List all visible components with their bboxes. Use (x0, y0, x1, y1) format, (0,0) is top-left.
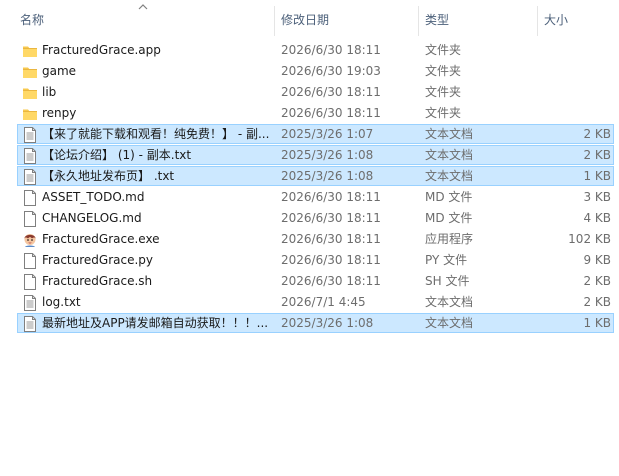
file-size (528, 62, 611, 82)
file-name: renpy (42, 106, 77, 120)
folder-icon (22, 64, 38, 80)
file-name: lib (42, 85, 57, 99)
file-date-modified: 2026/7/1 4:45 (281, 295, 366, 309)
column-header: 名称 修改日期 类型 大小 (0, 0, 619, 38)
file-size: 2 KB (583, 274, 611, 288)
column-divider[interactable] (537, 6, 538, 36)
file-type: 文本文档 (425, 295, 474, 309)
file-date-modified: 2026/6/30 18:11 (281, 232, 381, 246)
file-row[interactable]: FracturedGrace.exe 2026/6/30 18:11 应用程序 102… (17, 229, 614, 249)
file-icon (22, 253, 38, 269)
file-name: FracturedGrace.py (42, 253, 153, 267)
file-type: MD 文件 (425, 190, 473, 204)
file-size (528, 41, 611, 61)
file-size (528, 104, 611, 124)
file-type: 文件夹 (425, 106, 462, 120)
file-type: 文本文档 (425, 316, 474, 330)
file-row[interactable]: game 2026/6/30 19:03 文件夹 (17, 61, 614, 81)
file-date-modified: 2025/3/26 1:08 (281, 316, 374, 330)
file-date-modified: 2026/6/30 18:11 (281, 43, 381, 57)
file-size: 102 KB (568, 232, 611, 246)
file-name: 【论坛介绍】 (1) - 副本.txt (42, 148, 192, 162)
file-name: FracturedGrace.sh (42, 274, 153, 288)
file-row[interactable]: 【来了就能下载和观看！纯免费！】 - 副... 2025/3/26 1:07 文本文… (17, 124, 614, 144)
file-type: MD 文件 (425, 211, 473, 225)
column-header-type[interactable]: 类型 (425, 0, 535, 38)
file-date-modified: 2026/6/30 18:11 (281, 274, 381, 288)
file-type: 文本文档 (425, 169, 474, 183)
file-type: 文本文档 (425, 127, 474, 141)
file-icon (22, 190, 38, 206)
application-icon (22, 232, 38, 248)
file-row[interactable]: FracturedGrace.sh 2026/6/30 18:11 SH 文件 2 K… (17, 271, 614, 291)
file-date-modified: 2025/3/26 1:08 (281, 148, 374, 162)
file-date-modified: 2026/6/30 19:03 (281, 64, 381, 78)
file-size: 2 KB (583, 295, 611, 309)
file-row[interactable]: lib 2026/6/30 18:11 文件夹 (17, 82, 614, 102)
file-type: PY 文件 (425, 253, 468, 267)
file-size: 2 KB (583, 127, 611, 141)
file-row[interactable]: renpy 2026/6/30 18:11 文件夹 (17, 103, 614, 123)
file-row[interactable]: FracturedGrace.app 2026/6/30 18:11 文件夹 (17, 40, 614, 60)
file-type: 文件夹 (425, 43, 462, 57)
file-name: ASSET_TODO.md (42, 190, 145, 204)
file-name: game (42, 64, 77, 78)
file-size: 4 KB (583, 211, 611, 225)
file-icon (22, 211, 38, 227)
file-date-modified: 2026/6/30 18:11 (281, 190, 381, 204)
folder-icon (22, 85, 38, 101)
file-date-modified: 2026/6/30 18:11 (281, 85, 381, 99)
file-size: 3 KB (583, 190, 611, 204)
file-type: SH 文件 (425, 274, 470, 288)
folder-icon (22, 43, 38, 59)
file-type: 文件夹 (425, 64, 462, 78)
file-name: FracturedGrace.app (42, 43, 161, 57)
file-name: 【来了就能下载和观看！纯免费！】 - 副... (42, 127, 270, 141)
file-date-modified: 2026/6/30 18:11 (281, 211, 381, 225)
file-type: 应用程序 (425, 232, 474, 246)
file-icon (22, 274, 38, 290)
file-date-modified: 2026/6/30 18:11 (281, 106, 381, 120)
file-row[interactable]: CHANGELOG.md 2026/6/30 18:11 MD 文件 4 KB (17, 208, 614, 228)
text-document-icon (22, 127, 38, 143)
file-type: 文件夹 (425, 85, 462, 99)
file-name: FracturedGrace.exe (42, 232, 160, 246)
file-name: log.txt (42, 295, 81, 309)
file-row[interactable]: 【论坛介绍】 (1) - 副本.txt 2025/3/26 1:08 文本文档 2 K… (17, 145, 614, 165)
text-document-icon (22, 169, 38, 185)
column-header-name[interactable]: 名称 (20, 0, 270, 38)
file-type: 文本文档 (425, 148, 474, 162)
file-size (528, 83, 611, 103)
file-date-modified: 2025/3/26 1:07 (281, 127, 374, 141)
file-name: CHANGELOG.md (42, 211, 142, 225)
file-row[interactable]: log.txt 2026/7/1 4:45 文本文档 2 KB (17, 292, 614, 312)
text-document-icon (22, 295, 38, 311)
file-size: 2 KB (583, 148, 611, 162)
column-header-date-modified[interactable]: 修改日期 (281, 0, 415, 38)
folder-icon (22, 106, 38, 122)
column-header-size[interactable]: 大小 (544, 0, 614, 38)
file-size: 1 KB (583, 316, 611, 330)
file-size: 9 KB (583, 253, 611, 267)
file-row[interactable]: 最新地址及APP请发邮箱自动获取！！！... 2025/3/26 1:08 文本文档… (17, 313, 614, 333)
text-document-icon (22, 148, 38, 164)
column-divider[interactable] (274, 6, 275, 36)
column-divider[interactable] (418, 6, 419, 36)
file-row[interactable]: 【永久地址发布页】 .txt 2025/3/26 1:08 文本文档 1 KB (17, 166, 614, 186)
file-date-modified: 2025/3/26 1:08 (281, 169, 374, 183)
file-date-modified: 2026/6/30 18:11 (281, 253, 381, 267)
file-row[interactable]: ASSET_TODO.md 2026/6/30 18:11 MD 文件 3 KB (17, 187, 614, 207)
file-name: 【永久地址发布页】 .txt (42, 169, 175, 183)
file-size: 1 KB (583, 169, 611, 183)
file-row[interactable]: FracturedGrace.py 2026/6/30 18:11 PY 文件 9 K… (17, 250, 614, 270)
text-document-icon (22, 316, 38, 332)
file-name: 最新地址及APP请发邮箱自动获取！！！... (42, 316, 269, 330)
